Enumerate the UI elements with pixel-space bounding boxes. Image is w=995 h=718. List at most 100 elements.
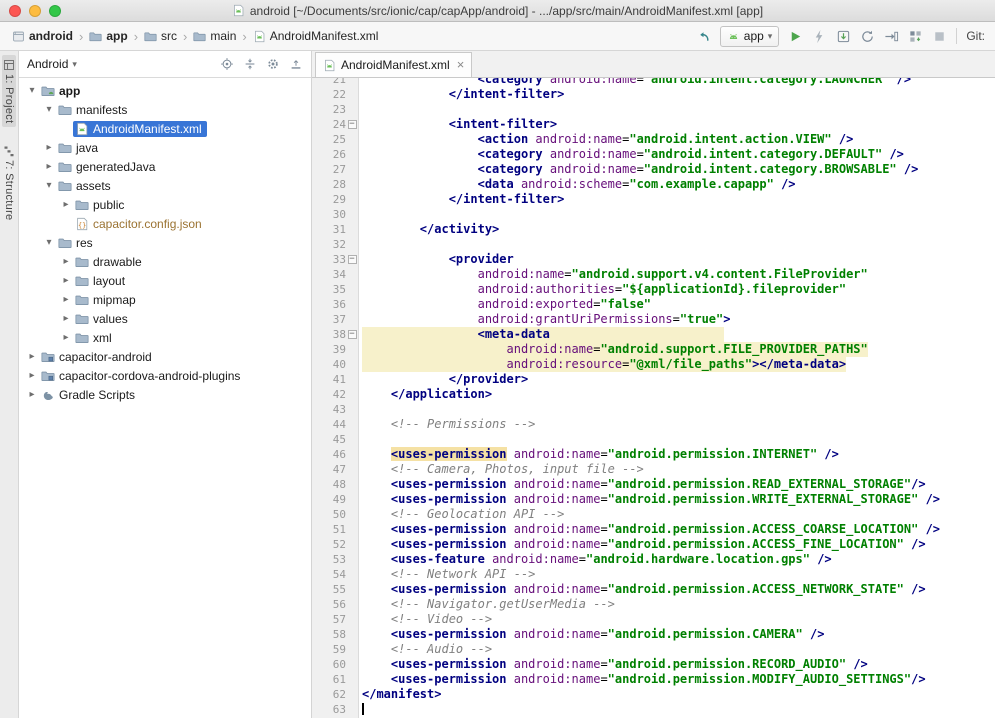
close-tab-icon[interactable]: × (455, 60, 465, 70)
zoom-window-button[interactable] (49, 5, 61, 17)
run-button[interactable] (788, 29, 803, 44)
tree-item[interactable]: ▸capacitor-android (19, 347, 311, 366)
tree-item[interactable]: ▸java (19, 138, 311, 157)
code-line[interactable]: </application> (359, 387, 995, 402)
settings-gear-icon[interactable] (266, 57, 280, 71)
stop-button[interactable] (932, 29, 947, 44)
close-window-button[interactable] (9, 5, 21, 17)
code-line[interactable]: <!-- Audio --> (359, 642, 995, 657)
apply-changes-button[interactable] (812, 29, 827, 44)
chevron-collapsed-icon[interactable]: ▸ (59, 332, 73, 343)
tree-item[interactable]: ▸xml (19, 328, 311, 347)
code-line[interactable]: <data android:scheme="com.example.capapp… (359, 177, 995, 192)
chevron-collapsed-icon[interactable]: ▸ (59, 275, 73, 286)
fold-marker-icon[interactable]: − (348, 255, 357, 264)
hide-panel-icon[interactable] (289, 57, 303, 71)
tree-item[interactable]: ▸values (19, 309, 311, 328)
code-line[interactable] (359, 402, 995, 417)
code-line[interactable]: </intent-filter> (359, 87, 995, 102)
chevron-collapsed-icon[interactable]: ▸ (59, 313, 73, 324)
code-line[interactable]: android:grantUriPermissions="true"> (359, 312, 995, 327)
code-line[interactable]: android:name="android.support.FILE_PROVI… (359, 342, 995, 357)
code-line[interactable]: <!-- Network API --> (359, 567, 995, 582)
breadcrumb-item[interactable]: main (189, 28, 240, 44)
chevron-collapsed-icon[interactable]: ▸ (25, 370, 39, 381)
code-line[interactable] (359, 207, 995, 222)
tree-item[interactable]: AndroidManifest.xml (19, 119, 311, 138)
tree-item[interactable]: ▸Gradle Scripts (19, 385, 311, 404)
code-line[interactable] (359, 432, 995, 447)
breadcrumb-item[interactable]: AndroidManifest.xml (249, 28, 383, 44)
code-area[interactable]: <category android:name="android.intent.c… (359, 78, 995, 718)
code-line[interactable]: <category android:name="android.intent.c… (359, 147, 995, 162)
chevron-collapsed-icon[interactable]: ▸ (42, 142, 56, 153)
code-line[interactable]: android:authorities="${applicationId}.fi… (359, 282, 995, 297)
chevron-collapsed-icon[interactable]: ▸ (59, 256, 73, 267)
code-line[interactable]: android:name="android.support.v4.content… (359, 267, 995, 282)
code-line[interactable]: <!-- Permissions --> (359, 417, 995, 432)
tree-item[interactable]: ▾manifests (19, 100, 311, 119)
code-line[interactable]: android:exported="false" (359, 297, 995, 312)
code-line[interactable]: <!-- Navigator.getUserMedia --> (359, 597, 995, 612)
code-line[interactable]: <uses-permission android:name="android.p… (359, 582, 995, 597)
code-line[interactable]: <uses-permission android:name="android.p… (359, 672, 995, 687)
sync-gradle-button[interactable] (860, 29, 875, 44)
code-line[interactable]: <meta-data (359, 327, 995, 342)
tree-item[interactable]: ▸capacitor-cordova-android-plugins (19, 366, 311, 385)
tab-androidmanifest[interactable]: AndroidManifest.xml × (315, 52, 472, 77)
chevron-collapsed-icon[interactable]: ▸ (25, 389, 39, 400)
breadcrumb-item[interactable]: app (85, 28, 131, 44)
tree-item[interactable]: ▸generatedJava (19, 157, 311, 176)
code-line[interactable]: <category android:name="android.intent.c… (359, 78, 995, 87)
code-line[interactable] (359, 237, 995, 252)
chevron-expanded-icon[interactable]: ▾ (42, 237, 56, 248)
minimize-window-button[interactable] (29, 5, 41, 17)
fold-marker-icon[interactable]: − (348, 120, 357, 129)
fold-marker-icon[interactable]: − (348, 330, 357, 339)
code-line[interactable] (359, 702, 995, 717)
code-line[interactable]: <uses-permission android:name="android.p… (359, 522, 995, 537)
code-line[interactable]: </intent-filter> (359, 192, 995, 207)
code-line[interactable]: <uses-permission android:name="android.p… (359, 477, 995, 492)
code-line[interactable]: android:resource="@xml/file_paths"></met… (359, 357, 995, 372)
code-line[interactable]: <uses-feature android:name="android.hard… (359, 552, 995, 567)
tree-item[interactable]: ▾res (19, 233, 311, 252)
code-line[interactable]: <category android:name="android.intent.c… (359, 162, 995, 177)
code-line[interactable]: <uses-permission android:name="android.p… (359, 492, 995, 507)
chevron-expanded-icon[interactable]: ▾ (42, 180, 56, 191)
code-line[interactable]: <intent-filter> (359, 117, 995, 132)
code-line[interactable]: </activity> (359, 222, 995, 237)
attach-debugger-button[interactable] (884, 29, 899, 44)
chevron-collapsed-icon[interactable]: ▸ (59, 199, 73, 210)
tree-item[interactable]: ▸layout (19, 271, 311, 290)
tool-strip-structure-button[interactable]: 7: Structure (2, 141, 16, 224)
tree-item[interactable]: ▸drawable (19, 252, 311, 271)
tree-item[interactable]: ▾assets (19, 176, 311, 195)
tree-item[interactable]: ▸public (19, 195, 311, 214)
tool-strip-project-button[interactable]: 1: Project (2, 55, 16, 127)
code-line[interactable]: <!-- Camera, Photos, input file --> (359, 462, 995, 477)
code-line[interactable]: <!-- Video --> (359, 612, 995, 627)
chevron-collapsed-icon[interactable]: ▸ (42, 161, 56, 172)
code-line[interactable]: <uses-permission android:name="android.p… (359, 657, 995, 672)
run-config-select[interactable]: app ▾ (720, 26, 780, 47)
navigate-back-icon[interactable] (696, 29, 711, 44)
breadcrumb-item[interactable]: src (140, 28, 181, 44)
chevron-collapsed-icon[interactable]: ▸ (25, 351, 39, 362)
chevron-collapsed-icon[interactable]: ▸ (59, 294, 73, 305)
code-line[interactable] (359, 102, 995, 117)
tree-item[interactable]: {}capacitor.config.json (19, 214, 311, 233)
code-line[interactable]: <!-- Geolocation API --> (359, 507, 995, 522)
project-view-selector[interactable]: Android ▾ (27, 57, 77, 71)
code-line[interactable]: <action android:name="android.intent.act… (359, 132, 995, 147)
code-line[interactable]: <uses-permission android:name="android.p… (359, 537, 995, 552)
code-line[interactable]: </manifest> (359, 687, 995, 702)
install-run-button[interactable] (836, 29, 851, 44)
tree-item[interactable]: ▸mipmap (19, 290, 311, 309)
chevron-expanded-icon[interactable]: ▾ (42, 104, 56, 115)
breadcrumb-item[interactable]: android (8, 28, 77, 44)
collapse-all-icon[interactable] (243, 57, 257, 71)
chevron-expanded-icon[interactable]: ▾ (25, 85, 39, 96)
tree-item[interactable]: ▾app (19, 81, 311, 100)
code-line[interactable]: <uses-permission android:name="android.p… (359, 627, 995, 642)
